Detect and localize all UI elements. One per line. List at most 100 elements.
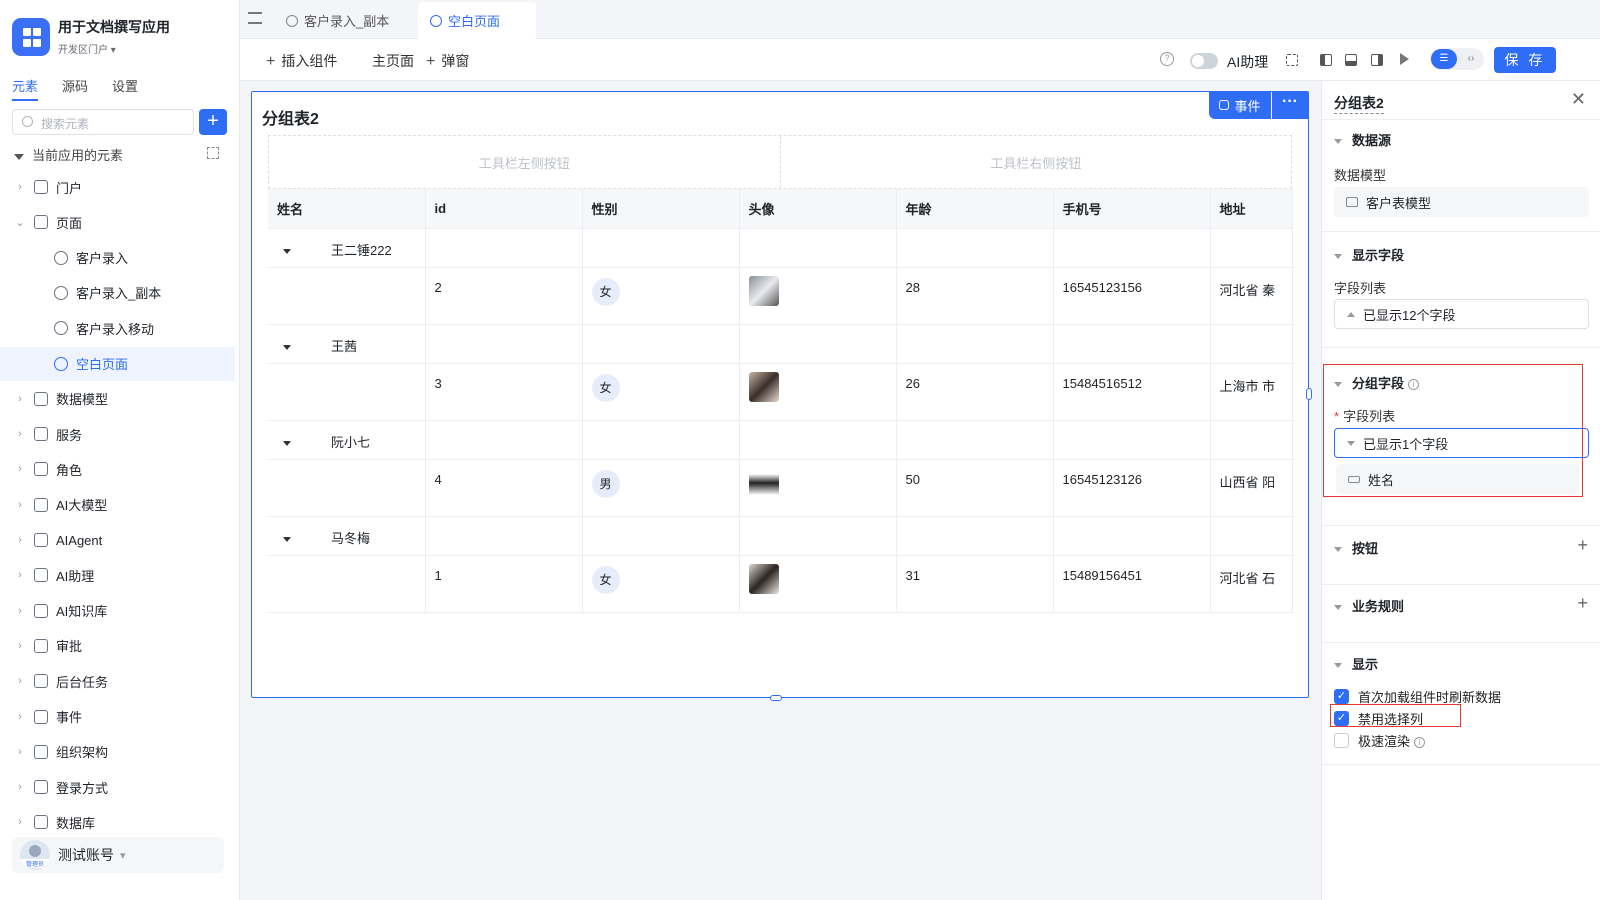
tree-item[interactable]: › 数据模型 <box>0 382 235 416</box>
tree-item[interactable]: › AI知识库 <box>0 594 235 628</box>
tab-settings[interactable]: 设置 <box>112 76 138 101</box>
group-field-item[interactable]: 姓名 <box>1336 464 1579 494</box>
fast-render-checkbox[interactable] <box>1334 733 1349 748</box>
preview-play-icon[interactable] <box>1400 53 1409 65</box>
disable-select-column-checkbox[interactable]: ✓ <box>1334 711 1349 726</box>
tree-header[interactable]: 当前应用的元素 <box>14 145 123 164</box>
grouped-table-component[interactable]: 分组表2 事件 ··· 工具栏左侧按钮 工具栏右侧按钮 姓名 id 性别 头像 年龄 手机… <box>251 91 1312 701</box>
popup-button[interactable]: + 弹窗 <box>426 51 469 71</box>
expand-caret-icon[interactable] <box>283 536 291 542</box>
expand-caret-icon[interactable] <box>283 440 291 446</box>
tab-source[interactable]: 源码 <box>62 76 88 101</box>
tree-item[interactable]: ⌄ 页面 <box>0 205 235 239</box>
resize-handle-right[interactable] <box>1306 388 1312 400</box>
toolbar-left-placeholder[interactable]: 工具栏左侧按钮 <box>269 136 781 188</box>
close-icon[interactable]: ✕ <box>1571 89 1586 110</box>
group-row[interactable]: 王二锤222 <box>268 228 1293 268</box>
chevron-right-icon[interactable]: › <box>12 393 28 405</box>
column-header[interactable]: 年龄 <box>896 189 1054 229</box>
toolbar-right-placeholder[interactable]: 工具栏右侧按钮 <box>781 136 1292 188</box>
tree-item[interactable]: › 审批 <box>0 629 235 663</box>
collapse-sidebar-icon[interactable] <box>248 12 262 24</box>
app-subtitle-dropdown[interactable]: 开发区门户 ▾ <box>58 41 116 56</box>
insert-component-button[interactable]: + 插入组件 <box>266 51 337 71</box>
tree-item[interactable]: › 数据库 <box>0 805 235 839</box>
right-panel-icon[interactable] <box>1371 54 1383 66</box>
expand-caret-icon[interactable] <box>283 248 291 254</box>
tree-item[interactable]: › 后台任务 <box>0 664 235 698</box>
add-rule-icon[interactable]: + <box>1577 593 1588 614</box>
chevron-right-icon[interactable]: › <box>12 499 28 511</box>
add-button-icon[interactable]: + <box>1577 535 1588 556</box>
chevron-down-icon[interactable]: ⌄ <box>12 216 28 229</box>
table-row[interactable]: 2 女 28 16545123156 河北省 秦 <box>268 267 1293 325</box>
group-row[interactable]: 阮小七 <box>268 420 1293 460</box>
resize-handle-bottom[interactable] <box>770 695 782 701</box>
tab-elements[interactable]: 元素 <box>12 76 39 101</box>
chevron-right-icon[interactable]: › <box>12 534 28 546</box>
save-button[interactable]: 保 存 <box>1494 47 1556 73</box>
layout-icon[interactable] <box>1286 54 1298 66</box>
column-header[interactable]: 手机号 <box>1053 189 1211 229</box>
chevron-right-icon[interactable]: › <box>12 781 28 793</box>
table-row[interactable]: 1 女 31 15489156451 河北省 石 <box>268 555 1293 613</box>
tree-item[interactable]: 空白页面 <box>0 346 235 381</box>
expand-caret-icon[interactable] <box>283 344 291 350</box>
tree-item[interactable]: › 登录方式 <box>0 770 235 804</box>
column-header[interactable]: 性别 <box>582 189 740 229</box>
more-button[interactable]: ··· <box>1272 91 1308 119</box>
section-business-rules[interactable]: 业务规则 <box>1334 596 1404 615</box>
chevron-right-icon[interactable]: › <box>12 711 28 723</box>
tree-item[interactable]: › 组织架构 <box>0 735 235 769</box>
section-display[interactable]: 显示 <box>1334 654 1378 673</box>
tree-item[interactable]: › 门户 <box>0 170 235 204</box>
group-fields-select[interactable]: 已显示1个字段 <box>1334 428 1589 458</box>
collapse-all-icon[interactable] <box>207 147 219 159</box>
group-row[interactable]: 王茜 <box>268 324 1293 364</box>
table-row[interactable]: 4 男 50 16545123126 山西省 阳 <box>268 459 1293 517</box>
view-mode-switch[interactable]: ☰ ‹› <box>1430 48 1484 70</box>
column-header[interactable]: 地址 <box>1210 189 1293 229</box>
main-page-button[interactable]: 主页面 <box>372 51 414 71</box>
info-icon[interactable]: i <box>1408 379 1420 391</box>
column-header[interactable]: id <box>425 189 583 229</box>
event-button[interactable]: 事件 <box>1209 91 1271 119</box>
tree-item[interactable]: 客户录入 <box>0 241 235 275</box>
tree-item[interactable]: › AI助理 <box>0 558 235 592</box>
bottom-panel-icon[interactable] <box>1345 54 1357 66</box>
code-mode-icon[interactable]: ‹› <box>1460 49 1482 69</box>
tab-page-copy[interactable]: 客户录入_副本 <box>274 2 401 39</box>
chevron-right-icon[interactable]: › <box>12 569 28 581</box>
chevron-right-icon[interactable]: › <box>12 640 28 652</box>
section-datasource[interactable]: 数据源 <box>1334 130 1391 149</box>
chevron-right-icon[interactable]: › <box>12 816 28 828</box>
refresh-on-load-checkbox[interactable]: ✓ <box>1334 689 1349 704</box>
datamodel-select[interactable]: 客户表模型 <box>1334 187 1589 217</box>
info-icon[interactable]: i <box>1414 737 1426 749</box>
section-buttons[interactable]: 按钮 <box>1334 538 1378 557</box>
tree-item[interactable]: › 服务 <box>0 417 235 451</box>
tree-item[interactable]: 客户录入_副本 <box>0 276 235 310</box>
group-row[interactable]: 马冬梅 <box>268 516 1293 556</box>
ai-assistant-toggle[interactable] <box>1190 53 1218 69</box>
chevron-right-icon[interactable]: › <box>12 605 28 617</box>
column-header[interactable]: 头像 <box>739 189 897 229</box>
section-display-fields[interactable]: 显示字段 <box>1334 245 1404 264</box>
chevron-right-icon[interactable]: › <box>12 463 28 475</box>
tree-item[interactable]: › 角色 <box>0 452 235 486</box>
display-fields-select[interactable]: 已显示12个字段 <box>1334 299 1589 329</box>
search-input[interactable]: 搜索元素 <box>12 109 194 135</box>
user-account[interactable]: 管理员 测试账号 ▾ <box>12 837 224 873</box>
table-row[interactable]: 3 女 26 15484516512 上海市 市 <box>268 363 1293 421</box>
design-mode-icon[interactable]: ☰ <box>1431 49 1457 69</box>
left-panel-icon[interactable] <box>1320 54 1332 66</box>
section-group-fields[interactable]: 分组字段 i <box>1334 373 1420 392</box>
tree-item[interactable]: › AI大模型 <box>0 488 235 522</box>
chevron-right-icon[interactable]: › <box>12 181 28 193</box>
chevron-right-icon[interactable]: › <box>12 675 28 687</box>
chevron-right-icon[interactable]: › <box>12 428 28 440</box>
chevron-right-icon[interactable]: › <box>12 746 28 758</box>
tree-item[interactable]: › AIAgent <box>0 523 235 557</box>
add-element-button[interactable]: + <box>199 109 227 135</box>
column-header[interactable]: 姓名 <box>268 189 426 229</box>
